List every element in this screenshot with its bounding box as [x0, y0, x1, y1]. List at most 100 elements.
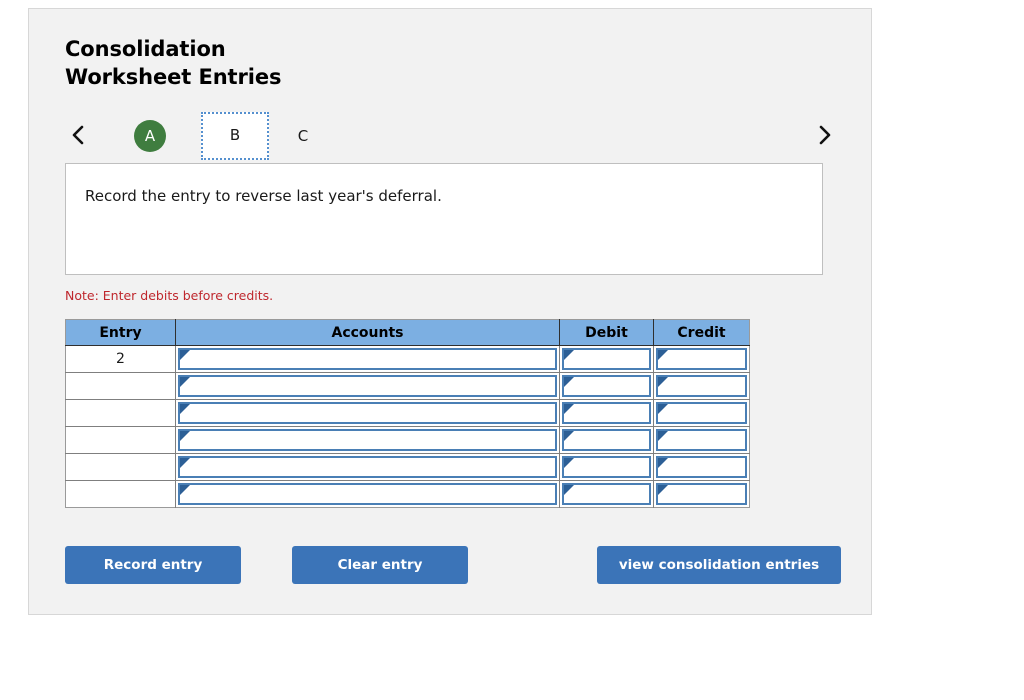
account-select-cell — [175, 372, 560, 400]
debit-input-cell-input[interactable] — [562, 347, 651, 370]
column-header-entry: Entry — [65, 319, 176, 346]
credit-input-cell-value — [662, 458, 741, 476]
page-title-line-2: Worksheet Entries — [65, 64, 282, 89]
debit-input-cell-input[interactable] — [562, 374, 651, 397]
chevron-right-icon — [816, 123, 832, 147]
account-select-cell — [175, 480, 560, 508]
account-select-cell-input[interactable] — [178, 374, 557, 397]
tab-a-badge: A — [134, 120, 166, 152]
credit-input-cell-input[interactable] — [656, 374, 747, 397]
dropdown-triangle-icon — [180, 376, 190, 387]
table-row — [65, 426, 750, 454]
dropdown-triangle-icon — [180, 430, 190, 441]
credit-input-cell-value — [662, 377, 741, 395]
entry-number-cell — [65, 399, 176, 427]
entry-number-cell: 2 — [65, 345, 176, 373]
entry-number-cell — [65, 372, 176, 400]
account-select-cell-input[interactable] — [178, 401, 557, 424]
debit-input-cell-input[interactable] — [562, 455, 651, 478]
table-row — [65, 453, 750, 481]
page-title-line-1: Consolidation — [65, 37, 226, 61]
credit-input-cell-value — [662, 404, 741, 422]
debit-input-cell — [559, 480, 654, 508]
table-row — [65, 399, 750, 427]
credit-input-cell — [653, 426, 750, 454]
tab-c[interactable]: C — [281, 113, 325, 159]
clear-entry-button[interactable]: Clear entry — [292, 546, 468, 584]
debit-input-cell-value — [568, 350, 645, 368]
account-select-cell-value — [192, 350, 551, 368]
debit-input-cell — [559, 372, 654, 400]
debit-input-cell-value — [568, 458, 645, 476]
account-select-cell-value — [192, 431, 551, 449]
debit-input-cell-input[interactable] — [562, 428, 651, 451]
tab-c-label: C — [297, 127, 309, 145]
credit-input-cell-value — [662, 431, 741, 449]
prompt-text: Record the entry to reverse last year's … — [85, 187, 442, 205]
entry-number-cell — [65, 480, 176, 508]
account-select-cell-value — [192, 377, 551, 395]
account-select-cell-input[interactable] — [178, 482, 557, 505]
dropdown-triangle-icon — [180, 403, 190, 414]
tab-strip: A B C — [65, 112, 837, 160]
account-select-cell — [175, 399, 560, 427]
credit-input-cell — [654, 481, 750, 508]
credit-input-cell-input[interactable] — [656, 482, 747, 505]
credit-input-cell-input[interactable] — [656, 347, 747, 370]
debit-input-cell — [559, 345, 654, 373]
account-select-cell-input[interactable] — [178, 455, 557, 478]
tab-a-label: A — [144, 126, 156, 145]
column-header-debit: Debit — [559, 319, 654, 346]
credit-input-cell-input[interactable] — [656, 428, 747, 451]
account-select-cell-input[interactable] — [178, 428, 557, 451]
tab-b[interactable]: B — [201, 112, 269, 160]
chevron-left-icon — [70, 123, 86, 147]
table-row — [65, 372, 750, 400]
prompt-box: Record the entry to reverse last year's … — [65, 163, 823, 275]
tab-b-label: B — [229, 126, 241, 144]
column-header-accounts: Accounts — [175, 319, 560, 346]
account-select-cell — [175, 453, 560, 481]
dropdown-triangle-icon — [180, 349, 190, 360]
debit-input-cell-value — [568, 404, 645, 422]
record-entry-button[interactable]: Record entry — [65, 546, 241, 584]
journal-entry-table: Entry Accounts Debit Credit 2 — [65, 319, 750, 508]
dropdown-triangle-icon — [180, 484, 190, 495]
table-row — [65, 480, 750, 508]
entry-number-cell — [65, 426, 176, 454]
debit-input-cell-input[interactable] — [562, 401, 651, 424]
credit-input-cell-input[interactable] — [656, 455, 747, 478]
tab-a[interactable]: A — [127, 113, 173, 159]
debit-input-cell-value — [568, 377, 645, 395]
credit-input-cell-input[interactable] — [656, 401, 747, 424]
credit-input-cell — [653, 399, 750, 427]
account-select-cell — [175, 426, 560, 454]
account-select-cell — [175, 345, 560, 373]
credit-input-cell-value — [662, 350, 741, 368]
table-header-row: Entry Accounts Debit Credit — [65, 319, 750, 346]
account-select-cell-value — [192, 404, 551, 422]
worksheet-card: Consolidation Worksheet Entries A B C Re… — [28, 8, 872, 615]
account-select-cell-input[interactable] — [178, 347, 557, 370]
debit-input-cell-input[interactable] — [562, 482, 651, 505]
debit-input-cell — [559, 399, 654, 427]
screen: Consolidation Worksheet Entries A B C Re… — [0, 0, 1024, 700]
note-text: Note: Enter debits before credits. — [65, 288, 274, 303]
debit-input-cell — [559, 453, 654, 481]
table-row: 2 — [65, 345, 750, 373]
table-body: 2 — [65, 345, 750, 508]
dropdown-triangle-icon — [180, 457, 190, 468]
column-header-credit: Credit — [653, 319, 750, 346]
credit-input-cell-value — [662, 485, 741, 503]
credit-input-cell — [653, 372, 750, 400]
debit-input-cell-value — [568, 485, 645, 503]
next-tab-button[interactable] — [811, 118, 837, 152]
debit-input-cell — [559, 426, 654, 454]
page-title: Consolidation Worksheet Entries — [65, 36, 485, 91]
account-select-cell-value — [192, 485, 551, 503]
debit-input-cell-value — [568, 431, 645, 449]
view-consolidation-entries-button[interactable]: view consolidation entries — [597, 546, 841, 584]
credit-input-cell — [653, 345, 750, 373]
account-select-cell-value — [192, 458, 551, 476]
prev-tab-button[interactable] — [65, 118, 91, 152]
